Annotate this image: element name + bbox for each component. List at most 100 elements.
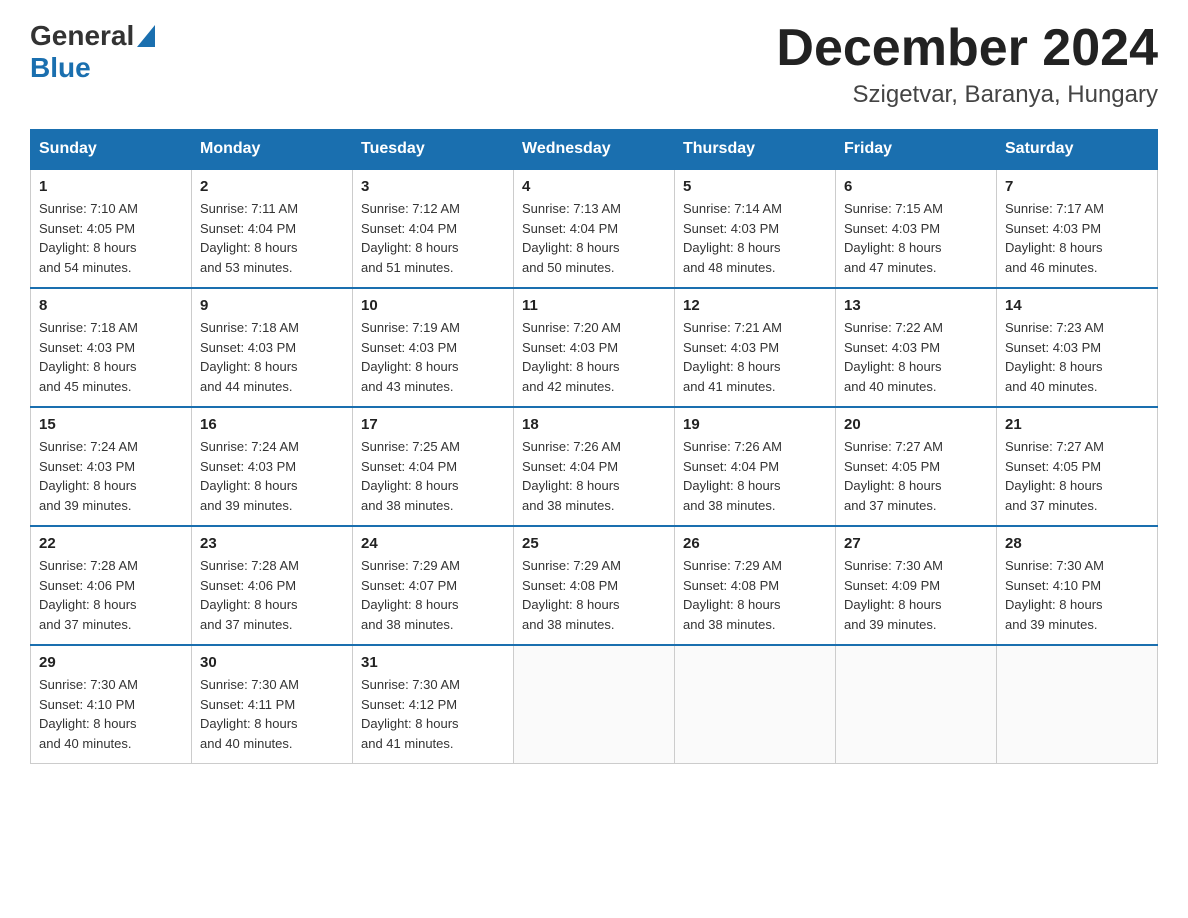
calendar-cell: 18 Sunrise: 7:26 AM Sunset: 4:04 PM Dayl… — [514, 407, 675, 526]
month-title: December 2024 — [776, 20, 1158, 77]
calendar-cell: 31 Sunrise: 7:30 AM Sunset: 4:12 PM Dayl… — [353, 645, 514, 764]
week-row-4: 22 Sunrise: 7:28 AM Sunset: 4:06 PM Dayl… — [31, 526, 1158, 645]
day-number: 4 — [522, 178, 666, 195]
calendar-cell: 1 Sunrise: 7:10 AM Sunset: 4:05 PM Dayli… — [31, 169, 192, 288]
day-info: Sunrise: 7:21 AM Sunset: 4:03 PM Dayligh… — [683, 318, 827, 396]
calendar-cell: 19 Sunrise: 7:26 AM Sunset: 4:04 PM Dayl… — [675, 407, 836, 526]
day-info: Sunrise: 7:10 AM Sunset: 4:05 PM Dayligh… — [39, 199, 183, 277]
day-number: 29 — [39, 654, 183, 671]
day-info: Sunrise: 7:28 AM Sunset: 4:06 PM Dayligh… — [200, 556, 344, 634]
calendar-cell: 3 Sunrise: 7:12 AM Sunset: 4:04 PM Dayli… — [353, 169, 514, 288]
logo-blue: Blue — [30, 52, 91, 83]
calendar-cell: 5 Sunrise: 7:14 AM Sunset: 4:03 PM Dayli… — [675, 169, 836, 288]
day-number: 13 — [844, 297, 988, 314]
day-number: 14 — [1005, 297, 1149, 314]
day-info: Sunrise: 7:18 AM Sunset: 4:03 PM Dayligh… — [39, 318, 183, 396]
title-area: December 2024 Szigetvar, Baranya, Hungar… — [776, 20, 1158, 109]
week-row-2: 8 Sunrise: 7:18 AM Sunset: 4:03 PM Dayli… — [31, 288, 1158, 407]
day-info: Sunrise: 7:26 AM Sunset: 4:04 PM Dayligh… — [683, 437, 827, 515]
day-number: 3 — [361, 178, 505, 195]
day-info: Sunrise: 7:11 AM Sunset: 4:04 PM Dayligh… — [200, 199, 344, 277]
day-info: Sunrise: 7:15 AM Sunset: 4:03 PM Dayligh… — [844, 199, 988, 277]
calendar-cell: 22 Sunrise: 7:28 AM Sunset: 4:06 PM Dayl… — [31, 526, 192, 645]
calendar-cell — [514, 645, 675, 764]
logo-icon — [134, 25, 157, 47]
week-row-5: 29 Sunrise: 7:30 AM Sunset: 4:10 PM Dayl… — [31, 645, 1158, 764]
calendar-cell: 29 Sunrise: 7:30 AM Sunset: 4:10 PM Dayl… — [31, 645, 192, 764]
calendar-cell: 2 Sunrise: 7:11 AM Sunset: 4:04 PM Dayli… — [192, 169, 353, 288]
calendar-cell — [997, 645, 1158, 764]
day-number: 1 — [39, 178, 183, 195]
day-info: Sunrise: 7:30 AM Sunset: 4:12 PM Dayligh… — [361, 675, 505, 753]
logo-text: General — [30, 20, 157, 52]
day-info: Sunrise: 7:17 AM Sunset: 4:03 PM Dayligh… — [1005, 199, 1149, 277]
day-info: Sunrise: 7:27 AM Sunset: 4:05 PM Dayligh… — [1005, 437, 1149, 515]
column-header-thursday: Thursday — [675, 130, 836, 170]
column-header-monday: Monday — [192, 130, 353, 170]
day-number: 15 — [39, 416, 183, 433]
logo-general: General — [30, 20, 134, 52]
column-header-sunday: Sunday — [31, 130, 192, 170]
column-header-saturday: Saturday — [997, 130, 1158, 170]
calendar-cell: 30 Sunrise: 7:30 AM Sunset: 4:11 PM Dayl… — [192, 645, 353, 764]
calendar-cell: 21 Sunrise: 7:27 AM Sunset: 4:05 PM Dayl… — [997, 407, 1158, 526]
logo: General Blue — [30, 20, 157, 84]
calendar-cell: 7 Sunrise: 7:17 AM Sunset: 4:03 PM Dayli… — [997, 169, 1158, 288]
calendar-cell: 23 Sunrise: 7:28 AM Sunset: 4:06 PM Dayl… — [192, 526, 353, 645]
column-header-wednesday: Wednesday — [514, 130, 675, 170]
column-header-friday: Friday — [836, 130, 997, 170]
day-number: 7 — [1005, 178, 1149, 195]
calendar-cell: 15 Sunrise: 7:24 AM Sunset: 4:03 PM Dayl… — [31, 407, 192, 526]
day-number: 8 — [39, 297, 183, 314]
day-info: Sunrise: 7:23 AM Sunset: 4:03 PM Dayligh… — [1005, 318, 1149, 396]
calendar-cell — [836, 645, 997, 764]
day-number: 20 — [844, 416, 988, 433]
day-number: 25 — [522, 535, 666, 552]
day-info: Sunrise: 7:14 AM Sunset: 4:03 PM Dayligh… — [683, 199, 827, 277]
header-row: SundayMondayTuesdayWednesdayThursdayFrid… — [31, 130, 1158, 170]
day-info: Sunrise: 7:29 AM Sunset: 4:08 PM Dayligh… — [522, 556, 666, 634]
day-number: 17 — [361, 416, 505, 433]
day-number: 31 — [361, 654, 505, 671]
location: Szigetvar, Baranya, Hungary — [776, 81, 1158, 109]
day-info: Sunrise: 7:13 AM Sunset: 4:04 PM Dayligh… — [522, 199, 666, 277]
day-info: Sunrise: 7:25 AM Sunset: 4:04 PM Dayligh… — [361, 437, 505, 515]
day-info: Sunrise: 7:22 AM Sunset: 4:03 PM Dayligh… — [844, 318, 988, 396]
day-info: Sunrise: 7:20 AM Sunset: 4:03 PM Dayligh… — [522, 318, 666, 396]
day-number: 6 — [844, 178, 988, 195]
day-number: 23 — [200, 535, 344, 552]
day-number: 5 — [683, 178, 827, 195]
day-number: 12 — [683, 297, 827, 314]
day-number: 24 — [361, 535, 505, 552]
day-number: 10 — [361, 297, 505, 314]
day-number: 28 — [1005, 535, 1149, 552]
calendar-cell: 14 Sunrise: 7:23 AM Sunset: 4:03 PM Dayl… — [997, 288, 1158, 407]
day-number: 26 — [683, 535, 827, 552]
day-number: 2 — [200, 178, 344, 195]
calendar-cell: 6 Sunrise: 7:15 AM Sunset: 4:03 PM Dayli… — [836, 169, 997, 288]
calendar-cell: 12 Sunrise: 7:21 AM Sunset: 4:03 PM Dayl… — [675, 288, 836, 407]
day-info: Sunrise: 7:24 AM Sunset: 4:03 PM Dayligh… — [39, 437, 183, 515]
day-number: 11 — [522, 297, 666, 314]
day-number: 27 — [844, 535, 988, 552]
week-row-1: 1 Sunrise: 7:10 AM Sunset: 4:05 PM Dayli… — [31, 169, 1158, 288]
calendar-header: SundayMondayTuesdayWednesdayThursdayFrid… — [31, 130, 1158, 170]
calendar-cell: 26 Sunrise: 7:29 AM Sunset: 4:08 PM Dayl… — [675, 526, 836, 645]
column-header-tuesday: Tuesday — [353, 130, 514, 170]
day-info: Sunrise: 7:27 AM Sunset: 4:05 PM Dayligh… — [844, 437, 988, 515]
calendar-cell: 10 Sunrise: 7:19 AM Sunset: 4:03 PM Dayl… — [353, 288, 514, 407]
day-info: Sunrise: 7:12 AM Sunset: 4:04 PM Dayligh… — [361, 199, 505, 277]
day-info: Sunrise: 7:29 AM Sunset: 4:07 PM Dayligh… — [361, 556, 505, 634]
day-info: Sunrise: 7:18 AM Sunset: 4:03 PM Dayligh… — [200, 318, 344, 396]
week-row-3: 15 Sunrise: 7:24 AM Sunset: 4:03 PM Dayl… — [31, 407, 1158, 526]
calendar-cell: 16 Sunrise: 7:24 AM Sunset: 4:03 PM Dayl… — [192, 407, 353, 526]
calendar-cell: 27 Sunrise: 7:30 AM Sunset: 4:09 PM Dayl… — [836, 526, 997, 645]
day-number: 16 — [200, 416, 344, 433]
day-number: 30 — [200, 654, 344, 671]
calendar-cell: 28 Sunrise: 7:30 AM Sunset: 4:10 PM Dayl… — [997, 526, 1158, 645]
day-info: Sunrise: 7:28 AM Sunset: 4:06 PM Dayligh… — [39, 556, 183, 634]
calendar-cell: 25 Sunrise: 7:29 AM Sunset: 4:08 PM Dayl… — [514, 526, 675, 645]
day-number: 22 — [39, 535, 183, 552]
calendar-cell — [675, 645, 836, 764]
day-info: Sunrise: 7:30 AM Sunset: 4:10 PM Dayligh… — [1005, 556, 1149, 634]
